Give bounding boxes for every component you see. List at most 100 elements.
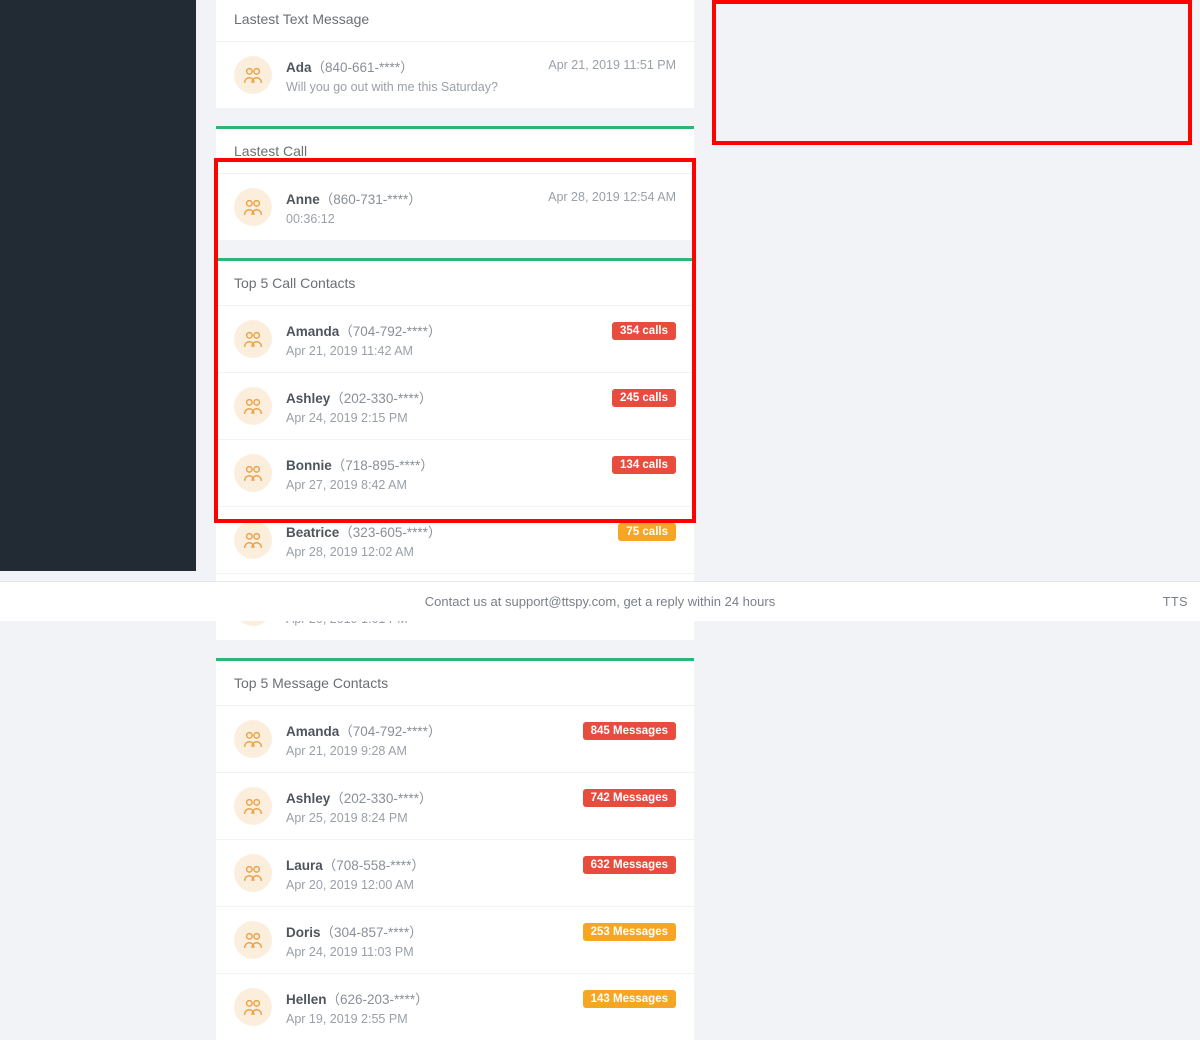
timestamp: Apr 19, 2019 2:55 PM bbox=[286, 1012, 583, 1026]
name-line: Beatrice（323-605-****） bbox=[286, 521, 618, 541]
list-item[interactable]: Anne（860-731-****） 00:36:12 Apr 28, 2019… bbox=[216, 174, 694, 240]
row-body: Laura（708-558-****） Apr 20, 2019 12:00 AM bbox=[286, 854, 583, 892]
list-item[interactable]: Ada（840-661-****） Will you go out with m… bbox=[216, 42, 694, 108]
row-body: Amanda（704-792-****）Apr 21, 2019 9:28 AM bbox=[286, 720, 583, 758]
timestamp: Apr 21, 2019 11:51 PM bbox=[548, 58, 676, 72]
count-badge-wrap: 845 Messages bbox=[583, 722, 676, 740]
timestamp: Apr 27, 2019 8:42 AM bbox=[286, 478, 612, 492]
people-icon bbox=[242, 328, 264, 350]
card-title: Lastest Call bbox=[216, 129, 694, 174]
name-line: Laura（708-558-****） bbox=[286, 854, 583, 874]
contact-name: Hellen bbox=[286, 992, 327, 1007]
contact-phone: （704-792-****） bbox=[339, 724, 441, 739]
list-item[interactable]: Ashley（202-330-****） Apr 24, 2019 2:15 PM… bbox=[216, 373, 694, 440]
message-snippet: Will you go out with me this Saturday? bbox=[286, 80, 548, 94]
name-line: Amanda（704-792-****） bbox=[286, 720, 583, 740]
count-badge-wrap: 143 Messages bbox=[583, 990, 676, 1008]
timestamp: Apr 24, 2019 2:15 PM bbox=[286, 411, 612, 425]
sidebar bbox=[0, 0, 196, 571]
footer-text: Contact us at support@ttspy.com, get a r… bbox=[425, 594, 775, 609]
contact-name: Amanda bbox=[286, 324, 339, 339]
top-msgs-list: Amanda（704-792-****）Apr 21, 2019 9:28 AM… bbox=[216, 706, 694, 1040]
list-item[interactable]: Amanda（704-792-****）Apr 21, 2019 9:28 AM… bbox=[216, 706, 694, 773]
people-icon bbox=[242, 929, 264, 951]
name-line: Amanda（704-792-****） bbox=[286, 320, 612, 340]
people-icon bbox=[242, 462, 264, 484]
avatar bbox=[234, 854, 272, 892]
contact-name: Ashley bbox=[286, 391, 330, 406]
contact-phone: （860-731-****） bbox=[320, 192, 422, 207]
card-title: Top 5 Call Contacts bbox=[216, 261, 694, 306]
row-body: Hellen（626-203-****） Apr 19, 2019 2:55 PM bbox=[286, 988, 583, 1026]
card-latest-call: Lastest Call Anne（860-731-****） 00:36:12… bbox=[216, 126, 694, 240]
list-item[interactable]: Laura（708-558-****） Apr 20, 2019 12:00 AM… bbox=[216, 840, 694, 907]
people-icon bbox=[242, 996, 264, 1018]
list-item[interactable]: Hellen（626-203-****） Apr 19, 2019 2:55 PM… bbox=[216, 974, 694, 1040]
row-body: Ada（840-661-****） Will you go out with m… bbox=[286, 56, 548, 94]
contact-name: Anne bbox=[286, 192, 320, 207]
card-latest-text: Lastest Text Message Ada（840-661-****） W… bbox=[216, 0, 694, 108]
footer: Contact us at support@ttspy.com, get a r… bbox=[0, 581, 1200, 621]
count-badge-wrap: 253 Messages bbox=[583, 923, 676, 941]
contact-name: Doris bbox=[286, 925, 321, 940]
list-item[interactable]: Ashley（202-330-****） Apr 25, 2019 8:24 PM… bbox=[216, 773, 694, 840]
name-line: Ashley（202-330-****） bbox=[286, 787, 583, 807]
list-item[interactable]: Doris（304-857-****）Apr 24, 2019 11:03 PM… bbox=[216, 907, 694, 974]
contact-phone: （718-895-****） bbox=[332, 458, 434, 473]
count-badge: 845 Messages bbox=[583, 722, 676, 740]
people-icon bbox=[242, 395, 264, 417]
row-body: Anne（860-731-****） 00:36:12 bbox=[286, 188, 548, 226]
count-badge: 354 calls bbox=[612, 322, 676, 340]
contact-phone: （704-792-****） bbox=[339, 324, 441, 339]
row-body: Amanda（704-792-****） Apr 21, 2019 11:42 A… bbox=[286, 320, 612, 358]
timestamp: Apr 25, 2019 8:24 PM bbox=[286, 811, 583, 825]
count-badge-wrap: 245 calls bbox=[612, 389, 676, 407]
list-item[interactable]: Amanda（704-792-****） Apr 21, 2019 11:42 A… bbox=[216, 306, 694, 373]
list-item[interactable]: Beatrice（323-605-****）Apr 28, 2019 12:02… bbox=[216, 507, 694, 574]
contact-phone: （304-857-****） bbox=[321, 925, 423, 940]
count-badge: 75 calls bbox=[618, 523, 676, 541]
avatar bbox=[234, 787, 272, 825]
avatar bbox=[234, 988, 272, 1026]
avatar bbox=[234, 720, 272, 758]
timestamp: Apr 20, 2019 12:00 AM bbox=[286, 878, 583, 892]
row-body: Doris（304-857-****）Apr 24, 2019 11:03 PM bbox=[286, 921, 583, 959]
count-badge-wrap: 134 calls bbox=[612, 456, 676, 474]
row-body: Ashley（202-330-****） Apr 24, 2019 2:15 PM bbox=[286, 387, 612, 425]
contact-phone: （708-558-****） bbox=[323, 858, 425, 873]
timestamp: Apr 21, 2019 11:42 AM bbox=[286, 344, 612, 358]
contact-phone: （626-203-****） bbox=[327, 992, 429, 1007]
contact-phone: （323-605-****） bbox=[339, 525, 441, 540]
name-line: Hellen（626-203-****） bbox=[286, 988, 583, 1008]
list-item[interactable]: Bonnie（718-895-****） Apr 27, 2019 8:42 AM… bbox=[216, 440, 694, 507]
count-badge: 253 Messages bbox=[583, 923, 676, 941]
contact-phone: （202-330-****） bbox=[330, 391, 432, 406]
name-line: Ashley（202-330-****） bbox=[286, 387, 612, 407]
name-line: Doris（304-857-****） bbox=[286, 921, 583, 941]
people-icon bbox=[242, 795, 264, 817]
count-badge: 632 Messages bbox=[583, 856, 676, 874]
footer-brand: TTS bbox=[1163, 595, 1188, 609]
card-title: Top 5 Message Contacts bbox=[216, 661, 694, 706]
contact-phone: （202-330-****） bbox=[330, 791, 432, 806]
name-line: Bonnie（718-895-****） bbox=[286, 454, 612, 474]
avatar bbox=[234, 454, 272, 492]
count-badge: 134 calls bbox=[612, 456, 676, 474]
avatar bbox=[234, 921, 272, 959]
timestamp: Apr 28, 2019 12:54 AM bbox=[548, 190, 676, 204]
people-icon bbox=[242, 529, 264, 551]
count-badge-wrap: 632 Messages bbox=[583, 856, 676, 874]
people-icon bbox=[242, 728, 264, 750]
count-badge: 245 calls bbox=[612, 389, 676, 407]
call-duration: 00:36:12 bbox=[286, 212, 548, 226]
contact-phone: （840-661-****） bbox=[312, 60, 414, 75]
contact-name: Ashley bbox=[286, 791, 330, 806]
count-badge-wrap: 742 Messages bbox=[583, 789, 676, 807]
contact-name: Bonnie bbox=[286, 458, 332, 473]
contact-name: Ada bbox=[286, 60, 312, 75]
row-body: Ashley（202-330-****） Apr 25, 2019 8:24 PM bbox=[286, 787, 583, 825]
contact-name: Laura bbox=[286, 858, 323, 873]
people-icon bbox=[242, 64, 264, 86]
count-badge: 143 Messages bbox=[583, 990, 676, 1008]
people-icon bbox=[242, 196, 264, 218]
